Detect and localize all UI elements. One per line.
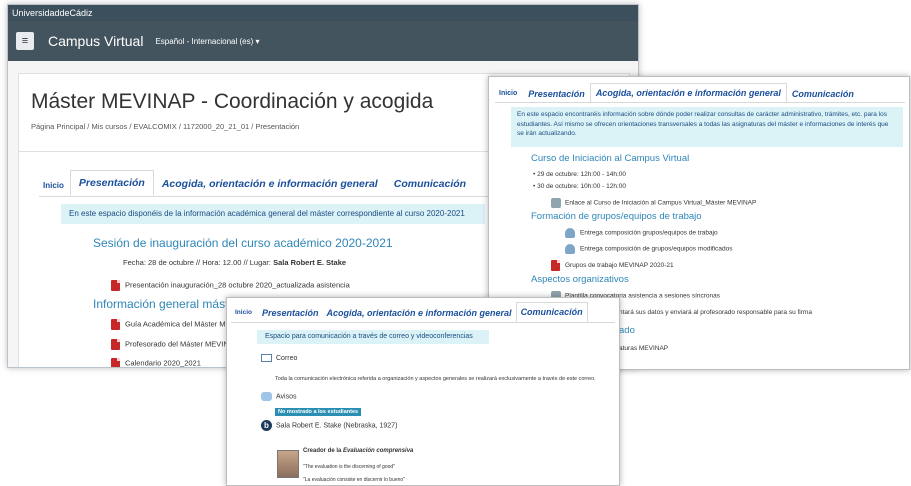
tab-comunicacion[interactable]: Comunicación	[787, 85, 859, 103]
university-brand[interactable]: UniversidaddeCádiz	[8, 5, 638, 21]
assignment-entrega-grupos[interactable]: Entrega composición grupos/equipos de tr…	[565, 228, 718, 238]
avisos-forum[interactable]: Avisos	[261, 392, 297, 401]
mail-icon	[261, 354, 272, 362]
mail-description: Toda la comunicación electrónica referid…	[275, 376, 596, 382]
campus-virtual-link[interactable]: Campus Virtual	[48, 33, 143, 49]
file-label: Calendario 2020_2021	[125, 358, 201, 368]
tab-divider	[495, 102, 905, 103]
top-navbar: ≡ Campus Virtual Español - Internacional…	[8, 21, 638, 61]
tab-inicio[interactable]: Inicio	[231, 309, 258, 322]
forum-icon	[261, 392, 272, 401]
section-partial-heading[interactable]: ado	[619, 325, 635, 336]
session-place: Sala Robert E. Stake	[273, 258, 347, 267]
assignment-icon	[565, 228, 575, 238]
assignment-label: Entrega composición de grupos/equipos mo…	[580, 245, 733, 253]
instruction-text: ntará sus datos y enviará al profesorado…	[619, 309, 812, 316]
tab-comunicacion[interactable]: Comunicación	[386, 172, 474, 196]
assignment-icon	[565, 244, 575, 254]
course-tabs: Inicio Presentación Acogida, orientación…	[495, 83, 859, 103]
pdf-icon	[551, 260, 560, 271]
section-curso-iniciacion[interactable]: Curso de Iniciación al Campus Virtual	[531, 153, 689, 164]
hidden-from-students-badge: No mostrado a los estudiantes	[275, 408, 362, 416]
quote-spanish: "La evaluación consiste en discernir lo …	[303, 477, 405, 483]
file-label: Grupos de trabajo MEVINAP 2020-21	[565, 262, 674, 270]
file-guia-academica[interactable]: Guía Académica del Máster MEV	[111, 319, 235, 330]
creator-prefix: Creador de la	[303, 448, 344, 454]
tab-divider	[231, 322, 615, 323]
link-curso-iniciacion[interactable]: Enlace al Curso de Iniciación al Campus …	[551, 198, 756, 208]
file-presentacion[interactable]: Presentación inauguración_28 octubre 202…	[111, 280, 350, 291]
tab-inicio[interactable]: Inicio	[39, 181, 70, 196]
list-item: • 29 de octubre: 12h:00 - 14h:00	[533, 171, 626, 178]
section-formacion-grupos[interactable]: Formación de grupos/equipos de trabajo	[531, 211, 702, 222]
correo-label: Correo	[276, 354, 298, 362]
url-icon	[551, 198, 561, 208]
file-label: Profesorado del Máster MEVINA	[125, 339, 234, 349]
bigbluebutton-icon: b	[261, 420, 272, 431]
section-inauguracion[interactable]: Sesión de inauguración del curso académi…	[93, 236, 393, 250]
file-label: Presentación inauguración_28 octubre 202…	[125, 280, 350, 290]
file-grupos-trabajo[interactable]: Grupos de trabajo MEVINAP 2020-21	[551, 260, 674, 271]
tab-acogida[interactable]: Acogida, orientación e información gener…	[589, 83, 787, 103]
pdf-icon	[111, 339, 120, 350]
section-informacion-general[interactable]: Información general máster	[93, 297, 239, 311]
pdf-icon	[111, 319, 120, 330]
section-aspectos-organizativos[interactable]: Aspectos organizativos	[531, 274, 629, 285]
quote-english: "The evaluation is the discerning of goo…	[303, 464, 395, 470]
info-banner: En este espacio disponéis de la informac…	[61, 204, 485, 224]
language-selector[interactable]: Español - Internacional (es) ▾	[155, 37, 259, 46]
pdf-icon	[111, 358, 120, 367]
room-label: Sala Robert E. Stake (Nebraska, 1927)	[276, 422, 398, 430]
session-info: Fecha: 28 de octubre // Hora: 12.00 // L…	[123, 258, 346, 267]
robert-stake-portrait	[277, 450, 299, 478]
tab-presentacion[interactable]: Presentación	[523, 85, 590, 103]
hamburger-menu-icon[interactable]: ≡	[16, 32, 34, 50]
avisos-label: Avisos	[276, 393, 297, 401]
tab-acogida[interactable]: Acogida, orientación e información gener…	[323, 304, 516, 322]
assignment-label: Entrega composición grupos/equipos de tr…	[580, 229, 718, 237]
list-item: • 30 de octubre: 10h:00 - 12h:00	[533, 183, 626, 190]
breadcrumb[interactable]: Página Principal / Mis cursos / EVALCOMI…	[31, 122, 299, 131]
info-banner: Espacio para comunicación a través de co…	[257, 330, 489, 344]
correo-link[interactable]: Correo	[261, 354, 297, 362]
assignment-entrega-modificados[interactable]: Entrega composición de grupos/equipos mo…	[565, 244, 732, 254]
tab-comunicacion[interactable]: Comunicación	[515, 302, 588, 322]
link-label: Enlace al Curso de Iniciación al Campus …	[565, 199, 757, 207]
tab-acogida[interactable]: Acogida, orientación e información gener…	[154, 172, 386, 196]
comunicacion-window: Inicio Presentación Acogida, orientación…	[226, 297, 620, 486]
videoconference-room-link[interactable]: b Sala Robert E. Stake (Nebraska, 1927)	[261, 420, 397, 431]
course-tabs: Inicio Presentación Acogida, orientación…	[231, 302, 588, 322]
pdf-icon	[111, 280, 120, 291]
creator-emphasis: Evaluación comprensiva	[343, 448, 414, 454]
info-banner: En este espacio encontraréis información…	[511, 107, 903, 147]
file-profesorado[interactable]: Profesorado del Máster MEVINA	[111, 339, 234, 350]
page-title: Máster MEVINAP - Coordinación y acogida	[31, 90, 434, 113]
tab-presentacion[interactable]: Presentación	[258, 304, 323, 322]
partial-item-text: aturas MEVINAP	[619, 345, 669, 352]
file-label: Guía Académica del Máster MEV	[125, 319, 236, 329]
creator-heading: Creador de la Evaluación comprensiva	[303, 448, 413, 454]
file-calendario[interactable]: Calendario 2020_2021	[111, 358, 201, 368]
session-info-text: Fecha: 28 de octubre // Hora: 12.00 // L…	[123, 258, 274, 267]
tab-presentacion[interactable]: Presentación	[69, 170, 154, 196]
list-item-label: 29 de octubre: 12h:00 - 14h:00	[537, 171, 626, 178]
list-item-label: 30 de octubre: 10h:00 - 12h:00	[537, 183, 626, 190]
course-tabs: Inicio Presentación Acogida, orientación…	[39, 170, 474, 196]
